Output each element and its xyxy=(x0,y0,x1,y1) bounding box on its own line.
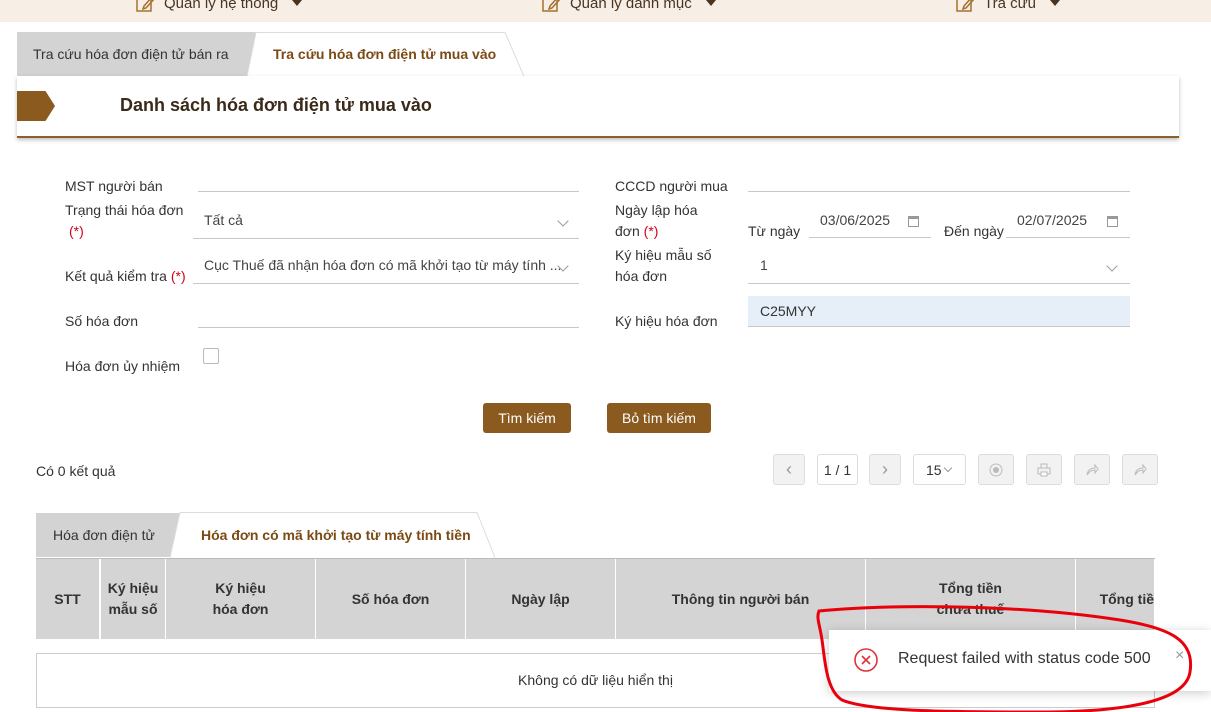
nav-menu-system-label: Quản lý hệ thống xyxy=(164,0,279,12)
close-icon[interactable]: × xyxy=(1175,647,1184,665)
search-button[interactable]: Tìm kiếm xyxy=(483,403,571,433)
share-icon xyxy=(1134,463,1147,475)
template-symbol-label: Ký hiệu mẫu số xyxy=(615,247,712,263)
to-date-label: Đến ngày xyxy=(944,223,1004,239)
page-size-select[interactable]: 15 xyxy=(913,454,966,485)
prev-page-button[interactable]: ‹ xyxy=(773,454,805,485)
check-result-label: Kết quả kiểm tra (*) xyxy=(65,268,186,284)
authorized-checkbox[interactable] xyxy=(203,348,219,364)
cccd-buyer-label: CCCD người mua xyxy=(615,178,728,194)
template-symbol-select[interactable]: 1 xyxy=(748,253,1130,284)
subtab-pos-invoice[interactable]: Hóa đơn có mã khởi tạo từ máy tính tiền xyxy=(201,525,471,545)
calendar-icon[interactable] xyxy=(1107,216,1118,227)
radio-icon xyxy=(989,463,1003,476)
tab-purchase-invoices[interactable]: Tra cứu hóa đơn điện tử mua vào xyxy=(247,32,524,76)
nav-menu-catalog[interactable]: Quản lý danh mục xyxy=(542,0,716,13)
check-result-select-value: Cục Thuế đã nhận hóa đơn có mã khởi tạo … xyxy=(204,257,562,273)
calendar-icon[interactable] xyxy=(908,216,919,227)
authorized-label: Hóa đơn ủy nhiệm xyxy=(65,358,181,374)
nav-menu-system[interactable]: Quản lý hệ thống xyxy=(136,0,303,13)
col-header-invoice-symbol[interactable]: Ký hiệu hóa đơn xyxy=(166,559,316,639)
template-symbol-value: 1 xyxy=(760,257,768,273)
next-page-button[interactable]: › xyxy=(869,454,901,485)
invoice-symbol-input[interactable]: C25MYY xyxy=(748,296,1130,327)
template-symbol-label-line2: hóa đơn xyxy=(615,268,668,284)
col-header-total-before-tax[interactable]: Tổng tiền chưa thuế xyxy=(866,559,1076,639)
mst-seller-label: MST người bán xyxy=(65,178,163,194)
invoice-symbol-value: C25MYY xyxy=(760,303,817,319)
toast-message: Request failed with status code 500 xyxy=(898,650,1151,667)
nav-menu-lookup-label: Tra cứu xyxy=(984,0,1036,12)
edit-icon xyxy=(136,0,156,12)
chevron-down-icon xyxy=(1106,260,1118,272)
to-date-value: 02/07/2025 xyxy=(1017,212,1088,228)
mst-seller-input[interactable] xyxy=(198,168,579,192)
export-button[interactable] xyxy=(1074,454,1110,485)
tab-sales-invoices[interactable]: Tra cứu hóa đơn điện tử bán ra xyxy=(17,32,257,76)
error-circle-icon xyxy=(854,648,878,672)
col-header-seller-info[interactable]: Thông tin người bán xyxy=(616,559,866,639)
cccd-buyer-input[interactable] xyxy=(748,168,1130,192)
chevron-right-icon: › xyxy=(882,459,888,479)
from-date-input[interactable]: 03/06/2025 xyxy=(809,208,931,238)
error-toast: Request failed with status code 500 × xyxy=(829,630,1211,691)
printer-icon xyxy=(1037,463,1051,476)
result-count: Có 0 kết quả xyxy=(36,463,116,479)
check-result-select[interactable]: Cục Thuế đã nhận hóa đơn có mã khởi tạo … xyxy=(193,253,579,284)
invoice-number-input[interactable] xyxy=(198,304,579,328)
col-header-total[interactable]: Tổng tiề xyxy=(1076,559,1155,639)
edit-icon xyxy=(956,0,976,12)
clear-search-button[interactable]: Bỏ tìm kiếm xyxy=(607,403,711,433)
view-button[interactable] xyxy=(978,454,1014,485)
status-select-value: Tất cả xyxy=(204,212,243,228)
invoice-number-label: Số hóa đơn xyxy=(65,313,139,329)
nav-menu-catalog-label: Quản lý danh mục xyxy=(570,0,692,12)
chevron-down-icon xyxy=(292,0,303,6)
page-size-value: 15 xyxy=(926,461,942,478)
nav-menu-lookup[interactable]: Tra cứu xyxy=(956,0,1060,13)
share-icon xyxy=(1086,463,1099,475)
export-all-button[interactable] xyxy=(1122,454,1158,485)
to-date-input[interactable]: 02/07/2025 xyxy=(1006,208,1130,238)
chevron-down-icon xyxy=(1050,0,1060,6)
col-header-stt[interactable]: STT xyxy=(36,559,100,639)
col-header-template-symbol[interactable]: Ký hiệu mẫu số xyxy=(100,559,166,639)
page-title: Danh sách hóa đơn điện tử mua vào xyxy=(120,95,432,115)
required-mark: (*) xyxy=(69,223,84,239)
chevron-down-icon xyxy=(705,0,716,6)
col-header-date[interactable]: Ngày lập xyxy=(466,559,616,639)
col-header-invoice-number[interactable]: Số hóa đơn xyxy=(316,559,466,639)
subtab-e-invoice[interactable]: Hóa đơn điện tử xyxy=(53,525,155,545)
chevron-down-icon xyxy=(943,463,953,473)
chevron-left-icon: ‹ xyxy=(786,459,792,479)
required-mark: (*) xyxy=(643,223,659,239)
required-mark: (*) xyxy=(170,268,186,284)
chevron-down-icon xyxy=(557,215,569,227)
print-button[interactable] xyxy=(1026,454,1062,485)
from-date-label: Từ ngày xyxy=(748,223,801,239)
date-label-line2: đơn (*) xyxy=(615,223,659,239)
edit-icon xyxy=(542,0,562,12)
from-date-value: 03/06/2025 xyxy=(820,212,891,228)
status-select[interactable]: Tất cả xyxy=(193,208,579,239)
invoice-symbol-label: Ký hiệu hóa đơn xyxy=(615,313,718,329)
page-indicator: 1 / 1 xyxy=(817,454,858,485)
date-label: Ngày lập hóa xyxy=(615,202,698,218)
status-label: Trạng thái hóa đơn xyxy=(65,202,184,218)
